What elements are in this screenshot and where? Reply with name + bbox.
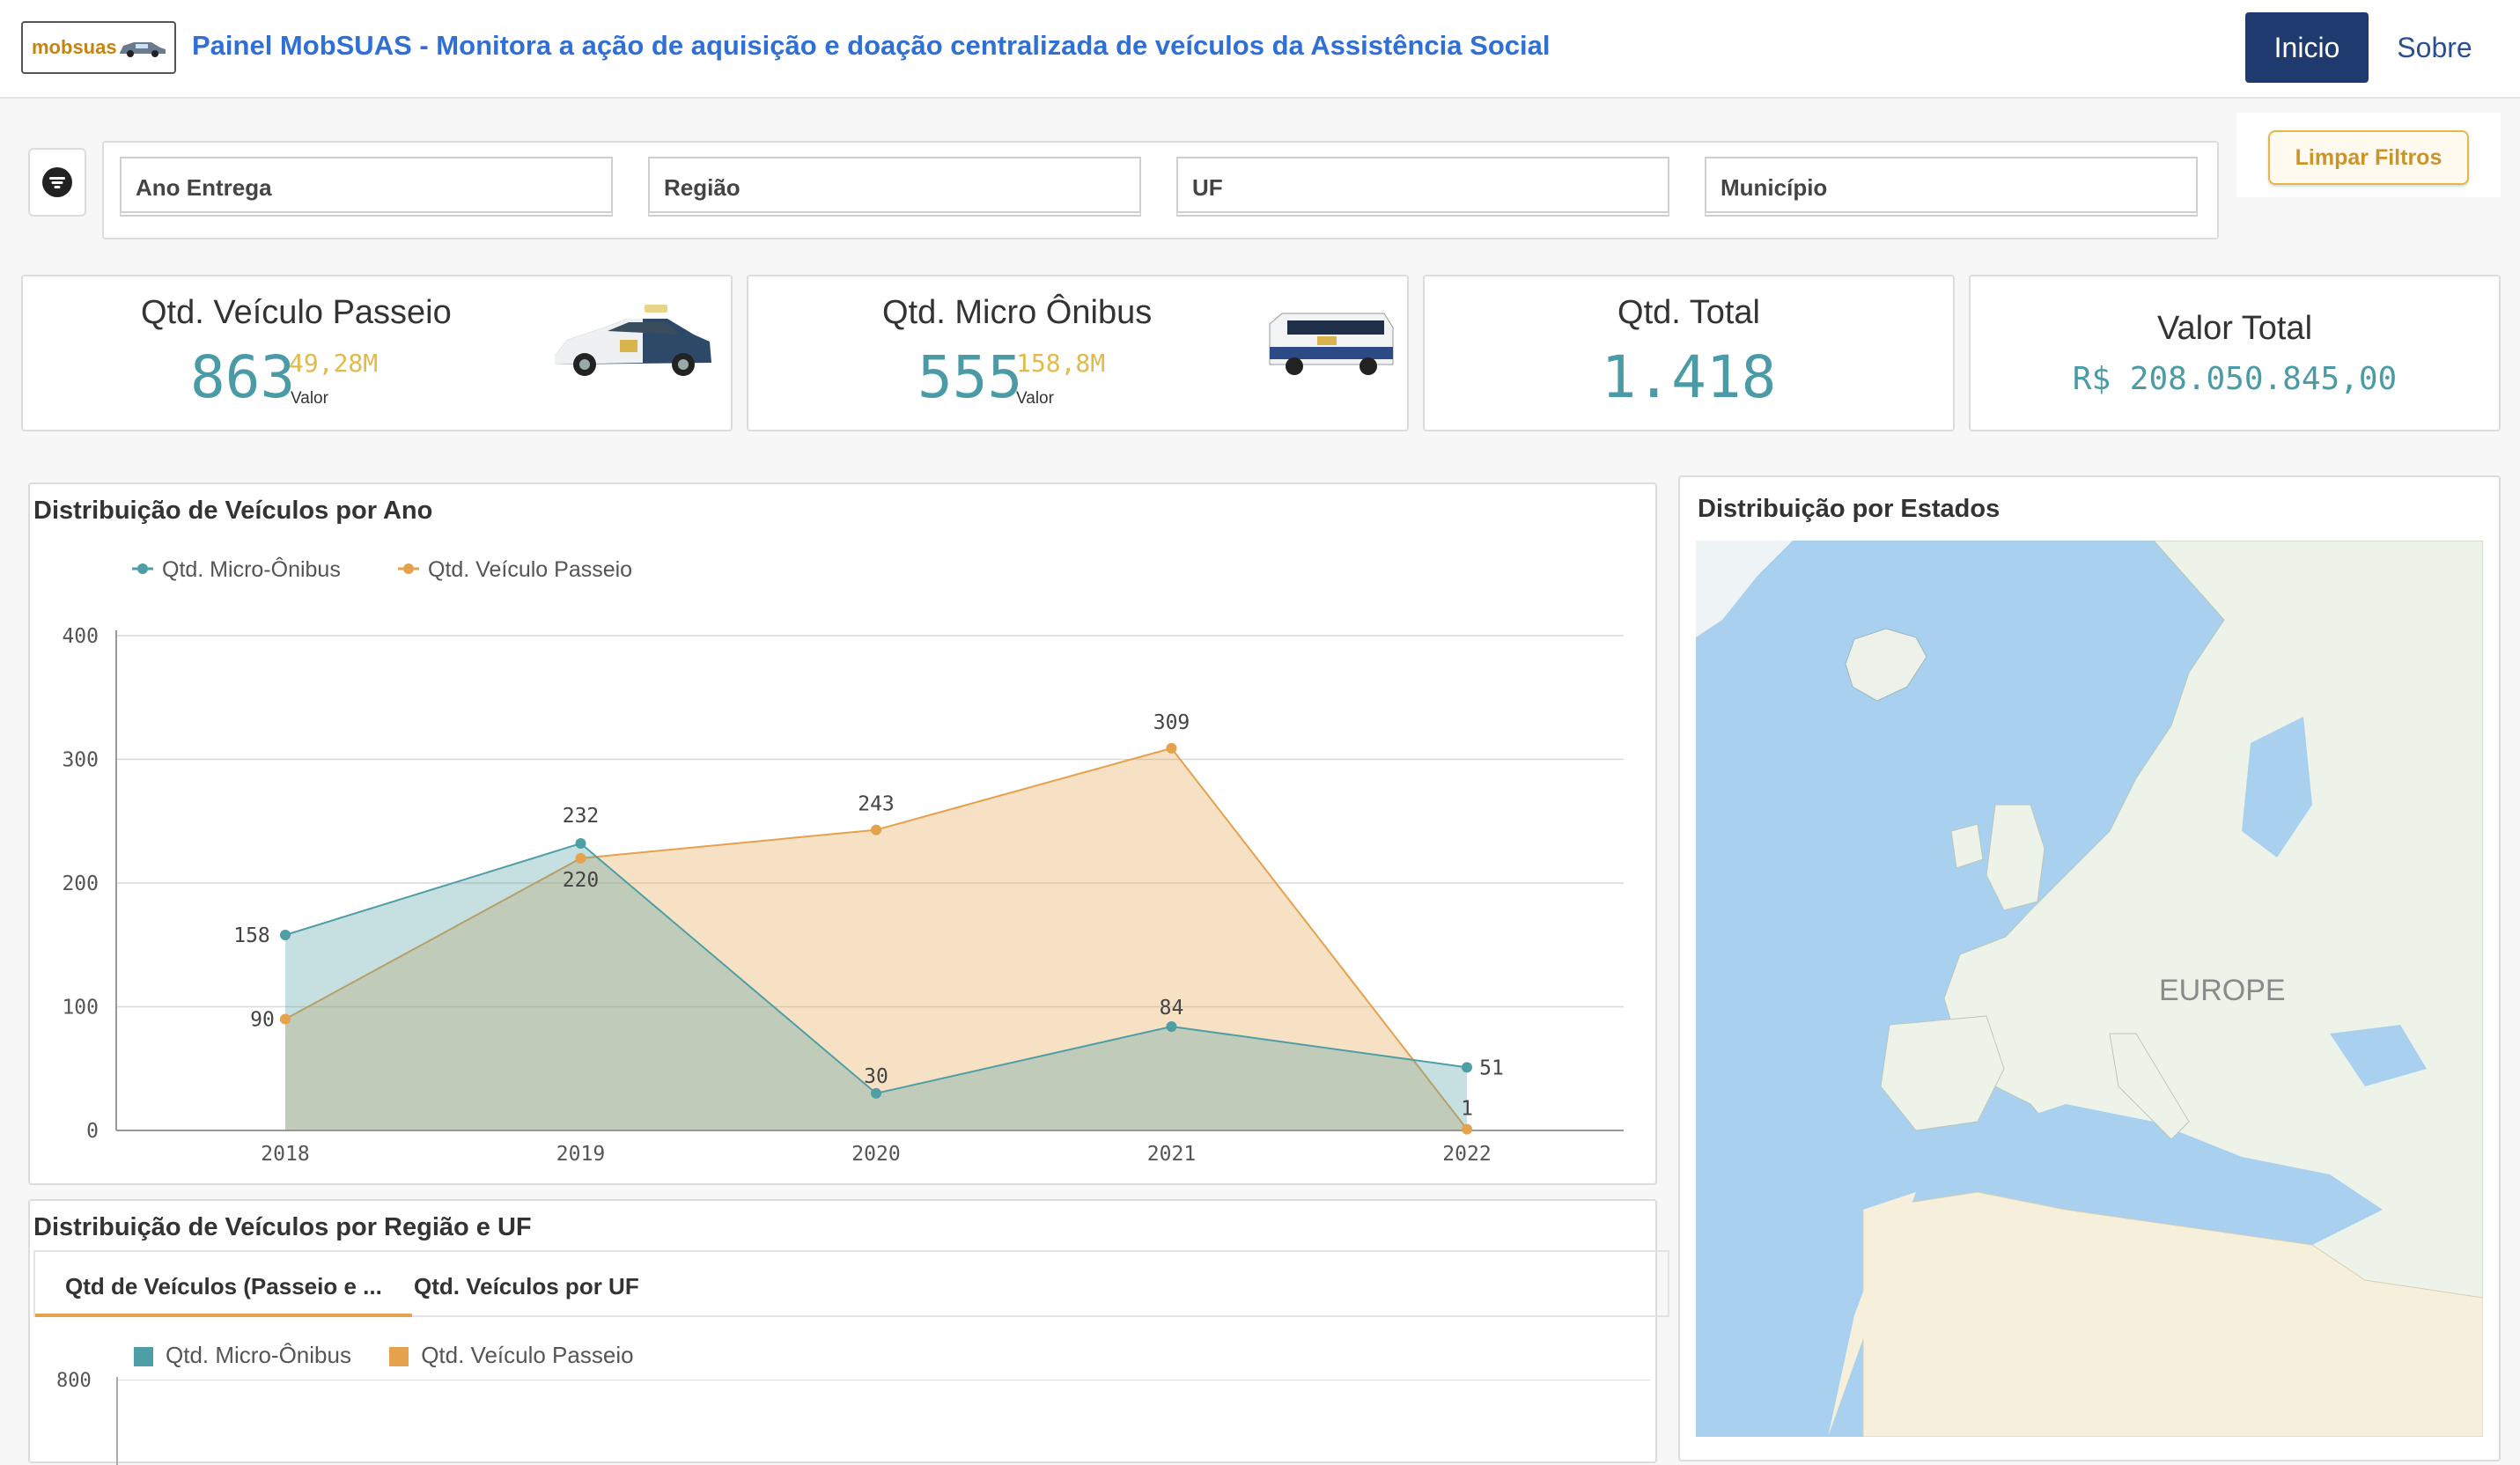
map-canvas: EUROPE xyxy=(1696,541,2483,1437)
kpi-title: Qtd. Total xyxy=(1617,294,1760,331)
map-title: Distribuição por Estados xyxy=(1698,495,2001,523)
data-label-1-2: 243 xyxy=(858,793,895,816)
clear-filters-container: Limpar Filtros xyxy=(2236,113,2501,197)
region-panel: Distribuição de Veículos por Região e UF… xyxy=(28,1199,1669,1465)
car-icon xyxy=(120,42,166,57)
kpi-qtd-total: Qtd. Total 1.418 xyxy=(1423,275,1955,431)
x-tick-label-3: 2021 xyxy=(1147,1143,1196,1166)
y-tick-label-4: 400 xyxy=(62,625,99,648)
data-point-0-1 xyxy=(575,838,586,850)
kpi-title: Qtd. Veículo Passeio xyxy=(141,294,452,331)
legend-label-0: Qtd. Micro-Ônibus xyxy=(162,556,341,582)
data-point-0-0 xyxy=(280,930,291,941)
sobre-nav-link[interactable]: Sobre xyxy=(2386,12,2483,83)
chart-panel-ano: Distribuição de Veículos por Ano Qtd. Mi… xyxy=(28,482,1657,1185)
data-point-0-3 xyxy=(1166,1020,1177,1032)
kpi-sub-value: 158,8M xyxy=(1016,349,1106,378)
y-tick-label-1: 100 xyxy=(62,997,99,1020)
kpi-veiculo-passeio: Qtd. Veículo Passeio 863 49,28M Valor xyxy=(21,275,733,431)
kpi-value: R$ 208.050.845,00 xyxy=(2072,361,2398,397)
data-point-1-3 xyxy=(1166,742,1177,754)
kpi-sub-label: Valor xyxy=(1016,389,1054,408)
data-point-1-0 xyxy=(280,1013,291,1025)
mobsuas-logo: mobsuas xyxy=(21,21,176,74)
kpi-sub-label: Valor xyxy=(291,389,328,408)
data-label-0-2: 30 xyxy=(864,1065,888,1088)
regiao-filter[interactable]: Região xyxy=(648,157,1141,217)
kpi-title: Qtd. Micro Ônibus xyxy=(882,294,1153,331)
data-label-1-3: 309 xyxy=(1153,711,1190,734)
tab-qtd-por-uf[interactable]: Qtd. Veículos por UF xyxy=(384,1252,669,1317)
kpi-value: 555 xyxy=(917,343,1023,411)
legend-swatch-micro xyxy=(134,1347,153,1367)
y-tick-800: 800 xyxy=(56,1370,92,1392)
y-tick-label-2: 200 xyxy=(62,872,99,895)
ano-entrega-filter[interactable]: Ano Entrega xyxy=(120,157,613,217)
region-tabs: Qtd de Veículos (Passeio e ... Qtd. Veíc… xyxy=(33,1250,1669,1317)
filter-toggle-button[interactable] xyxy=(28,148,86,217)
data-label-0-4: 51 xyxy=(1479,1056,1504,1079)
data-label-0-0: 158 xyxy=(233,924,270,947)
legend-marker-1 xyxy=(403,563,414,574)
y-axis-line xyxy=(116,1377,118,1465)
logo-text: mobsuas xyxy=(32,36,117,58)
region-panel-title: Distribuição de Veículos por Região e UF xyxy=(33,1213,532,1241)
kpi-micro-onibus: Qtd. Micro Ônibus 555 158,8M Valor xyxy=(747,275,1409,431)
legend-label-micro: Qtd. Micro-Ônibus xyxy=(166,1342,351,1368)
x-tick-label-0: 2018 xyxy=(261,1143,309,1166)
legend-label-passeio: Qtd. Veículo Passeio xyxy=(421,1342,634,1368)
legend-label-1: Qtd. Veículo Passeio xyxy=(428,557,632,582)
kpi-value: 1.418 xyxy=(1601,343,1777,411)
kpi-sub-value: 49,28M xyxy=(289,349,379,378)
data-label-1-1: 220 xyxy=(563,869,600,892)
x-tick-label-4: 2022 xyxy=(1442,1143,1491,1166)
top-header: mobsuas Painel MobSUAS - Monitora a ação… xyxy=(0,0,2520,99)
region-legend: Qtd. Micro-Ônibus Qtd. Veículo Passeio xyxy=(134,1342,634,1369)
data-label-0-1: 232 xyxy=(563,805,600,828)
y-tick-label-3: 300 xyxy=(62,749,99,772)
uf-filter[interactable]: UF xyxy=(1176,157,1669,217)
legend-swatch-passeio xyxy=(389,1347,409,1367)
data-label-1-0: 90 xyxy=(250,1009,275,1032)
data-point-1-2 xyxy=(871,824,881,836)
legend-marker-0 xyxy=(137,563,148,574)
map-panel: Distribuição por Estados EUROPE xyxy=(1678,475,2501,1461)
municipio-filter[interactable]: Município xyxy=(1705,157,2198,217)
data-label-1-4: 1 xyxy=(1461,1098,1473,1121)
kpi-title: Valor Total xyxy=(2156,310,2313,347)
map-view[interactable]: EUROPE xyxy=(1696,541,2483,1437)
bus-image xyxy=(1269,313,1394,375)
area-chart: Qtd. Micro-Ônibus Qtd. Veículo Passeio 0 10… xyxy=(62,556,1624,1166)
y-tick-label-0: 0 xyxy=(86,1120,99,1143)
kpi-value: 863 xyxy=(190,343,296,411)
x-tick-label-1: 2019 xyxy=(556,1143,605,1166)
filter-icon xyxy=(42,167,72,197)
data-point-1-1 xyxy=(575,852,586,864)
data-point-0-2 xyxy=(871,1087,881,1099)
clear-filters-button[interactable]: Limpar Filtros xyxy=(2268,130,2469,185)
data-label-0-3: 84 xyxy=(1160,997,1184,1020)
inicio-nav-button[interactable]: Inicio xyxy=(2245,12,2369,83)
car-image xyxy=(555,305,711,376)
data-point-0-4 xyxy=(1462,1062,1472,1073)
x-tick-label-2: 2020 xyxy=(851,1143,900,1166)
tab-qtd-veiculos[interactable]: Qtd de Veículos (Passeio e ... xyxy=(35,1252,412,1317)
data-point-1-4 xyxy=(1462,1123,1472,1135)
filter-bar: Ano Entrega Região UF Município xyxy=(102,141,2219,239)
app-title: Painel MobSUAS - Monitora a ação de aqui… xyxy=(192,30,1551,61)
map-region-label: EUROPE xyxy=(2159,974,2286,1007)
kpi-valor-total: Valor Total R$ 208.050.845,00 xyxy=(1969,275,2501,431)
